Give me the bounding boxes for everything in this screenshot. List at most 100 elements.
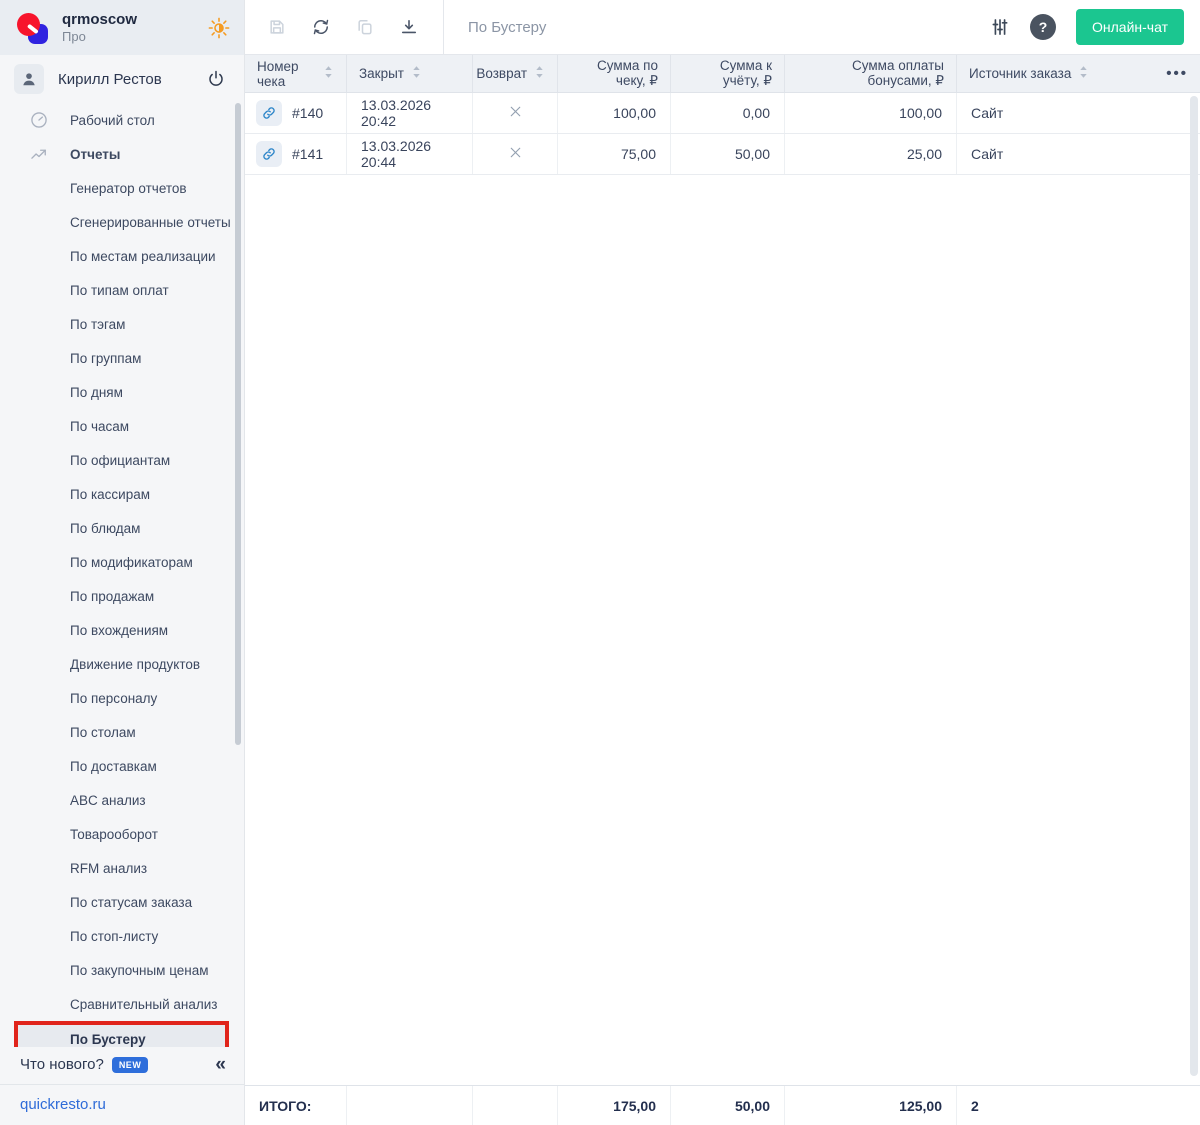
brightness-sun-icon[interactable] <box>208 17 230 39</box>
cross-icon <box>507 144 524 164</box>
report-title: По Бустеру <box>468 19 546 36</box>
sidebar-item[interactable]: По блюдам <box>0 511 244 545</box>
column-header: Сумма по чеку, ₽ <box>558 55 671 92</box>
cell-return <box>473 93 558 133</box>
sidebar-item[interactable]: Товарооборот <box>0 817 244 851</box>
user-row: Кирилл Рестов <box>0 55 244 103</box>
sidebar-item[interactable]: По типам оплат <box>0 273 244 307</box>
table-body: #14013.03.2026 20:42100,000,00100,00Сайт… <box>245 93 1200 175</box>
sidebar-item[interactable]: Отчеты <box>0 137 244 171</box>
column-header[interactable]: Номер чека <box>245 55 347 92</box>
cell-sum-bonus: 100,00 <box>785 93 957 133</box>
open-receipt-link-icon[interactable] <box>256 100 282 126</box>
sidebar-item[interactable]: По официантам <box>0 443 244 477</box>
sidebar-item[interactable]: По модификаторам <box>0 545 244 579</box>
help-icon[interactable]: ? <box>1030 14 1056 40</box>
sidebar-nav: Рабочий столОтчетыГенератор отчетовСгене… <box>0 103 244 1047</box>
sidebar-item[interactable]: Сгенерированные отчеты <box>0 205 244 239</box>
footer-closed-cell <box>347 1086 473 1125</box>
footer-sum-check: 175,00 <box>558 1086 671 1125</box>
cell-sum-bonus: 25,00 <box>785 134 957 174</box>
sidebar-header: qrmoscow Про <box>0 0 244 55</box>
reports-icon <box>28 143 50 165</box>
sidebar-item[interactable]: По закупочным ценам <box>0 953 244 987</box>
sort-icon[interactable] <box>411 65 422 82</box>
table-header: Номер чекаЗакрытВозвратСумма по чеку, ₽С… <box>245 55 1200 93</box>
app-window: qrmoscow Про <box>0 0 1200 1125</box>
sidebar-item[interactable]: По стоп-листу <box>0 919 244 953</box>
collapse-sidebar-icon[interactable]: « <box>215 1055 226 1074</box>
cell-sum-check: 75,00 <box>558 134 671 174</box>
sidebar-item[interactable]: По статусам заказа <box>0 885 244 919</box>
copy-icon[interactable] <box>355 17 375 37</box>
save-icon[interactable] <box>267 17 287 37</box>
sort-icon[interactable] <box>534 65 545 82</box>
sidebar-item[interactable]: По группам <box>0 341 244 375</box>
sidebar-item[interactable]: По тэгам <box>0 307 244 341</box>
sidebar-scrollbar[interactable] <box>235 103 241 745</box>
column-header[interactable]: Возврат <box>473 55 558 92</box>
column-header: Сумма к учёту, ₽ <box>671 55 785 92</box>
sidebar-item-selected[interactable]: По Бустеру <box>14 1021 229 1047</box>
main-area: По Бустеру ? Онлайн-чат Номер чекаЗакрыт… <box>245 0 1200 1125</box>
table-row: #14113.03.2026 20:44 75,0050,0025,00Сайт <box>245 134 1200 175</box>
cell-receipt-number: #140 <box>245 93 347 133</box>
column-header: Сумма оплаты бонусами, ₽ <box>785 55 957 92</box>
sort-icon[interactable] <box>1078 65 1089 82</box>
column-header[interactable]: Закрыт <box>347 55 473 92</box>
more-columns-icon[interactable]: ••• <box>1166 65 1188 82</box>
sidebar-item[interactable]: По местам реализации <box>0 239 244 273</box>
sidebar-item[interactable]: Рабочий стол <box>0 103 244 137</box>
cross-icon <box>507 103 524 123</box>
sidebar-item[interactable]: Движение продуктов <box>0 647 244 681</box>
column-header[interactable]: Источник заказа••• <box>957 55 1200 92</box>
online-chat-button[interactable]: Онлайн-чат <box>1076 9 1184 45</box>
logout-power-icon[interactable] <box>204 67 228 91</box>
table-footer: ИТОГО: 175,00 50,00 125,00 2 <box>245 1085 1200 1125</box>
quickresto-logo-icon <box>14 10 50 46</box>
footer-total-label: ИТОГО: <box>245 1086 347 1125</box>
brand-name: qrmoscow <box>62 11 196 29</box>
quickresto-site-link[interactable]: quickresto.ru <box>20 1096 106 1113</box>
sidebar-item[interactable]: Сравнительный анализ <box>0 987 244 1021</box>
brand-block: qrmoscow Про <box>62 11 196 45</box>
sidebar-item[interactable]: По вхождениям <box>0 613 244 647</box>
cell-sum-account: 0,00 <box>671 93 785 133</box>
download-icon[interactable] <box>399 17 419 37</box>
sidebar-item[interactable]: По часам <box>0 409 244 443</box>
divider <box>443 0 444 55</box>
cell-order-source: Сайт <box>957 93 1200 133</box>
cell-sum-account: 50,00 <box>671 134 785 174</box>
cell-receipt-number: #141 <box>245 134 347 174</box>
sidebar-item[interactable]: Генератор отчетов <box>0 171 244 205</box>
user-name: Кирилл Рестов <box>58 71 190 88</box>
topbar: По Бустеру ? Онлайн-чат <box>245 0 1200 55</box>
filters-sliders-icon[interactable] <box>990 17 1010 37</box>
cell-order-source: Сайт <box>957 134 1200 174</box>
sidebar-item[interactable]: По столам <box>0 715 244 749</box>
sidebar-item[interactable]: По персоналу <box>0 681 244 715</box>
footer-sum-account: 50,00 <box>671 1086 785 1125</box>
user-avatar-icon <box>14 64 44 94</box>
sidebar-item[interactable]: ABC анализ <box>0 783 244 817</box>
new-badge: NEW <box>112 1057 149 1073</box>
sidebar-footer: Что нового? NEW « quickresto.ru <box>0 1047 244 1125</box>
main-scrollbar[interactable] <box>1190 96 1198 1076</box>
sidebar-item[interactable]: По продажам <box>0 579 244 613</box>
sidebar-item[interactable]: По кассирам <box>0 477 244 511</box>
sidebar: qrmoscow Про <box>0 0 245 1125</box>
sidebar-item[interactable]: RFM анализ <box>0 851 244 885</box>
cell-return <box>473 134 558 174</box>
open-receipt-link-icon[interactable] <box>256 141 282 167</box>
refresh-icon[interactable] <box>311 17 331 37</box>
footer-sum-bonus: 125,00 <box>785 1086 957 1125</box>
table-empty-space <box>245 175 1200 1085</box>
sidebar-item[interactable]: По доставкам <box>0 749 244 783</box>
cell-closed-at: 13.03.2026 20:42 <box>347 93 473 133</box>
cell-closed-at: 13.03.2026 20:44 <box>347 134 473 174</box>
table-row: #14013.03.2026 20:42100,000,00100,00Сайт <box>245 93 1200 134</box>
sort-icon[interactable] <box>323 65 334 82</box>
whats-new-link[interactable]: Что нового? <box>20 1056 104 1073</box>
sidebar-item[interactable]: По дням <box>0 375 244 409</box>
cell-sum-check: 100,00 <box>558 93 671 133</box>
